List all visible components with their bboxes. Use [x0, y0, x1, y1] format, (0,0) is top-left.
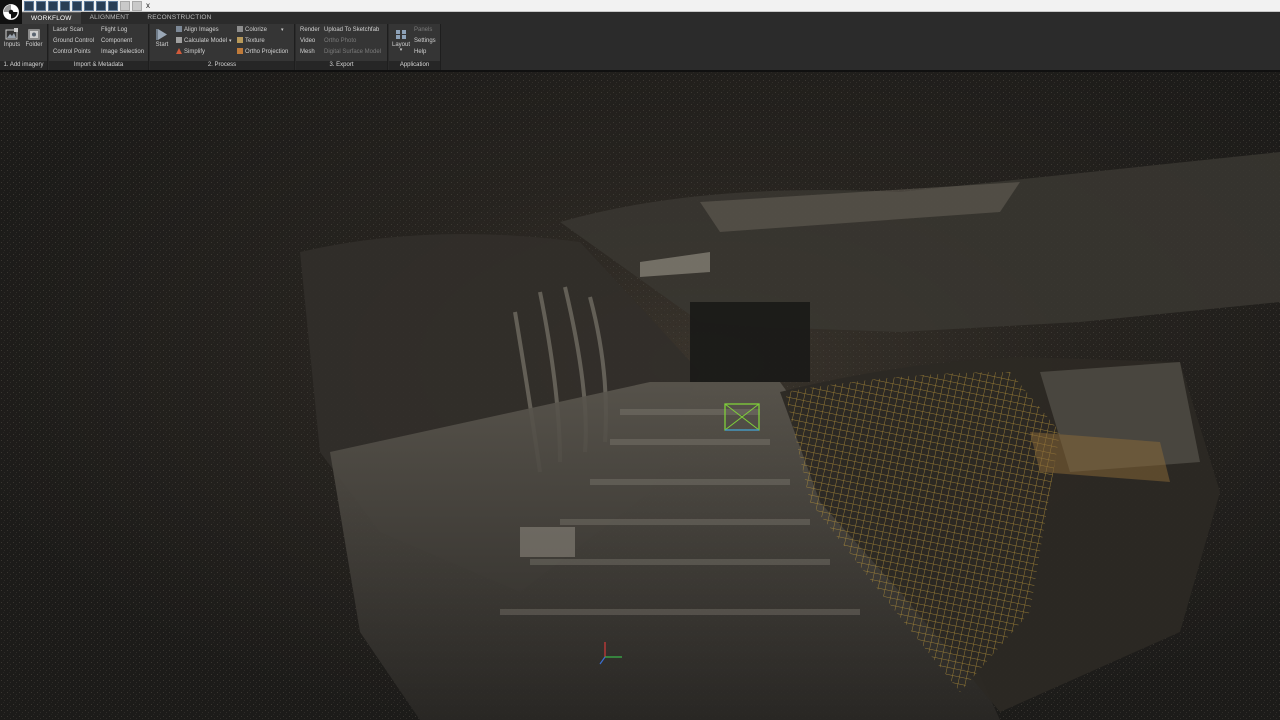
folder-label: Folder	[25, 42, 43, 48]
quick-access-layout2-icon[interactable]	[72, 1, 82, 11]
tab-alignment[interactable]: ALIGNMENT	[81, 12, 139, 24]
point-cloud-scene	[0, 72, 1280, 720]
quick-access-save-icon[interactable]	[48, 1, 58, 11]
video-button[interactable]: Video	[300, 37, 315, 46]
folder-icon	[27, 28, 41, 41]
align-images-icon	[176, 26, 182, 32]
tab-reconstruction[interactable]: RECONSTRUCTION	[138, 12, 220, 24]
start-button[interactable]: Start	[154, 28, 170, 48]
colorize-icon	[237, 26, 243, 32]
3d-viewport[interactable]	[0, 72, 1280, 720]
window-title: x	[146, 1, 150, 10]
ortho-photo-button[interactable]: Ortho Photo	[324, 37, 356, 46]
quick-access-open-icon[interactable]	[36, 1, 46, 11]
laser-scan-button[interactable]: Laser Scan	[53, 26, 83, 35]
quick-access-layout1-icon[interactable]	[60, 1, 70, 11]
panels-button[interactable]: Panels	[414, 26, 432, 35]
quick-access-layout4-icon[interactable]	[96, 1, 106, 11]
align-images-button[interactable]: Align Images	[176, 26, 219, 35]
quick-access-layout3-icon[interactable]	[84, 1, 94, 11]
layout-dropdown-icon[interactable]: ▾	[391, 48, 411, 53]
flight-log-button[interactable]: Flight Log	[101, 26, 127, 35]
ribbon-tabs: WORKFLOW ALIGNMENT RECONSTRUCTION	[22, 12, 221, 24]
simplify-icon	[176, 48, 182, 54]
panel-import-metadata: Laser Scan Ground Control Control Points…	[49, 24, 149, 70]
simplify-label: Simplify	[184, 49, 206, 55]
panel-application: Layout ▾ Panels Settings Help Applicatio…	[389, 24, 441, 70]
floor-block	[520, 527, 575, 557]
texture-button[interactable]: Texture	[237, 37, 265, 46]
redo-icon[interactable]	[132, 1, 142, 11]
panel-footer-process: 2. Process	[150, 61, 294, 70]
colorize-dropdown-icon[interactable]: ▾	[281, 27, 284, 33]
inputs-label: Inputs	[3, 42, 21, 48]
quick-access-toolbar	[24, 1, 142, 11]
ortho-projection-label: Ortho Projection	[245, 49, 289, 55]
upload-sketchfab-button[interactable]: Upload To Sketchfab	[324, 26, 379, 35]
start-icon	[155, 28, 169, 41]
component-button[interactable]: Component	[101, 37, 132, 46]
panel-process: Start Align Images Calculate Model ▾ Simp…	[150, 24, 295, 70]
mesh-button[interactable]: Mesh	[300, 48, 315, 57]
panel-footer-export: 3. Export	[296, 61, 387, 70]
title-bar: x	[0, 0, 1280, 12]
ground-control-button[interactable]: Ground Control	[53, 37, 94, 46]
calculate-model-button[interactable]: Calculate Model ▾	[176, 37, 232, 46]
colorize-label: Colorize	[245, 27, 268, 33]
app-logo-icon[interactable]	[0, 0, 22, 24]
layout-icon	[394, 28, 408, 41]
image-selection-button[interactable]: Image Selection	[101, 48, 144, 57]
panel-footer-application: Application	[389, 61, 440, 70]
panel-add-imagery: Inputs Folder 1. Add imagery	[0, 24, 48, 70]
render-button[interactable]: Render	[300, 26, 320, 35]
undo-icon[interactable]	[120, 1, 130, 11]
ortho-projection-icon	[237, 48, 243, 54]
panel-export: Render Video Mesh Upload To Sketchfab Or…	[296, 24, 388, 70]
calculate-model-dropdown-icon[interactable]: ▾	[229, 38, 232, 44]
ortho-projection-button[interactable]: Ortho Projection	[237, 48, 288, 57]
help-button[interactable]: Help	[414, 48, 426, 57]
layout-button[interactable]: Layout ▾	[391, 28, 411, 53]
texture-label: Texture	[245, 38, 265, 44]
tunnel-far-end	[690, 302, 810, 382]
calculate-model-label: Calculate Model	[184, 38, 228, 44]
inputs-button[interactable]: Inputs	[3, 28, 21, 48]
tab-workflow[interactable]: WORKFLOW	[22, 12, 81, 24]
panel-footer-import-metadata: Import & Metadata	[49, 61, 148, 70]
calculate-model-icon	[176, 37, 182, 43]
quick-access-new-icon[interactable]	[24, 1, 34, 11]
quick-access-layout5-icon[interactable]	[108, 1, 118, 11]
start-label: Start	[155, 42, 169, 48]
folder-button[interactable]: Folder	[24, 28, 44, 48]
align-images-label: Align Images	[184, 27, 219, 33]
colorize-button[interactable]: Colorize ▾	[237, 26, 284, 35]
texture-icon	[237, 37, 243, 43]
control-points-button[interactable]: Control Points	[53, 48, 91, 57]
settings-button[interactable]: Settings	[414, 37, 436, 46]
digital-surface-model-button[interactable]: Digital Surface Model	[324, 48, 381, 57]
panel-footer-add-imagery: 1. Add imagery	[0, 61, 47, 70]
simplify-button[interactable]: Simplify	[176, 48, 205, 57]
inputs-icon	[5, 28, 19, 41]
ribbon: WORKFLOW ALIGNMENT RECONSTRUCTION Inputs…	[0, 12, 1280, 72]
